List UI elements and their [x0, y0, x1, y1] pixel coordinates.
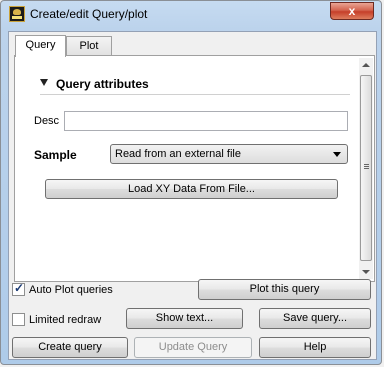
auto-plot-checkbox[interactable]: ✓: [12, 281, 25, 296]
title-bar[interactable]: Create/edit Query/plot x: [1, 1, 383, 29]
dialog-window: Create/edit Query/plot x Query Plot Quer…: [0, 0, 382, 365]
close-icon: x: [348, 4, 356, 18]
show-text-button[interactable]: Show text...: [126, 308, 243, 329]
scroll-content: Query attributes Desc Sample Read from a…: [24, 65, 352, 284]
scrollbar-thumb[interactable]: [360, 75, 372, 261]
auto-plot-label: Auto Plot queries: [29, 284, 113, 296]
update-query-button: Update Query: [134, 337, 252, 358]
help-button[interactable]: Help: [259, 337, 371, 358]
sample-label: Sample: [34, 148, 77, 162]
limited-redraw-checkbox[interactable]: [12, 313, 25, 326]
plot-this-query-button[interactable]: Plot this query: [198, 279, 371, 300]
create-query-button[interactable]: Create query: [12, 337, 128, 358]
triangle-down-icon: [40, 79, 48, 86]
checkmark-icon: ✓: [14, 281, 25, 295]
chevron-down-icon: [333, 152, 341, 157]
section-title: Query attributes: [56, 77, 149, 91]
scroll-up-icon[interactable]: [362, 63, 370, 67]
app-icon: [9, 6, 25, 22]
desc-label: Desc: [34, 115, 60, 127]
limited-redraw-label: Limited redraw: [29, 314, 102, 326]
tab-plot[interactable]: Plot: [66, 36, 112, 56]
section-divider: [40, 94, 350, 95]
close-button[interactable]: x: [330, 2, 374, 20]
desc-input[interactable]: [64, 111, 348, 131]
sample-select[interactable]: Read from an external file: [110, 144, 348, 164]
vertical-scrollbar[interactable]: [359, 58, 373, 279]
scroll-down-icon[interactable]: [362, 270, 370, 274]
dialog-body: Query Plot Query attributes Desc Sample …: [8, 31, 377, 360]
window-title: Create/edit Query/plot: [30, 7, 148, 21]
sample-selected-value: Read from an external file: [115, 148, 241, 160]
tab-query[interactable]: Query: [15, 35, 66, 57]
load-xy-data-button[interactable]: Load XY Data From File...: [45, 179, 338, 199]
query-tab-panel: Query attributes Desc Sample Read from a…: [14, 55, 375, 282]
section-query-attributes[interactable]: Query attributes: [40, 77, 350, 91]
save-query-button[interactable]: Save query...: [259, 308, 371, 329]
